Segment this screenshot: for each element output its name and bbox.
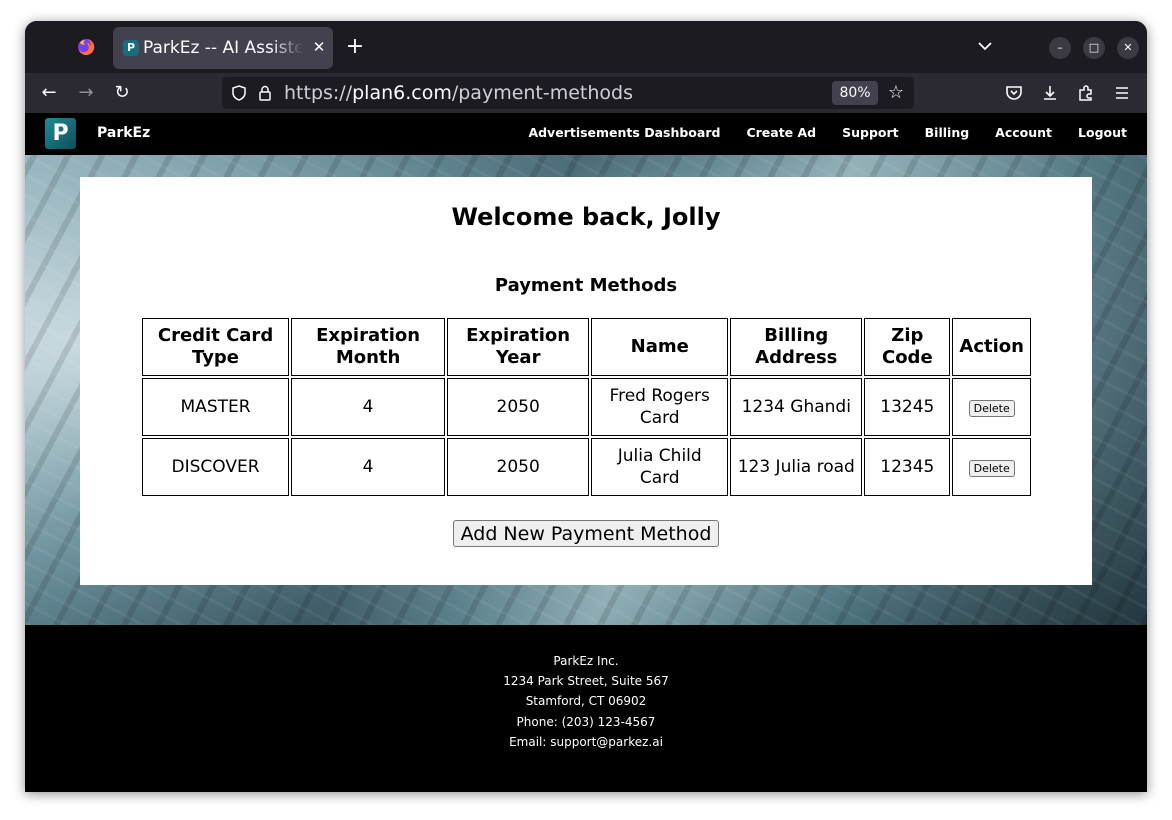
tab-title: ParkEz -- AI Assistec xyxy=(143,38,303,58)
browser-window: P ParkEz -- AI Assistec ✕ + – □ ✕ ← → ↻ … xyxy=(25,21,1147,792)
card-type-cell: MASTER xyxy=(142,378,290,436)
reload-icon[interactable]: ↻ xyxy=(111,82,133,104)
nav-link-account[interactable]: Account xyxy=(995,125,1052,140)
footer-contact: ParkEz Inc. 1234 Park Street, Suite 567 … xyxy=(25,651,1147,752)
table-row: MASTER 4 2050 Fred Rogers Card 1234 Ghan… xyxy=(142,378,1031,436)
welcome-heading: Welcome back, Jolly xyxy=(451,203,721,231)
url-text[interactable]: https://plan6.com/payment-methods xyxy=(284,82,633,104)
footer-company: ParkEz Inc. xyxy=(553,654,619,668)
nav-link-create-ad[interactable]: Create Ad xyxy=(746,125,816,140)
column-header: Billing Address xyxy=(730,318,863,376)
parkez-logo-icon[interactable]: P xyxy=(45,118,76,149)
nav-link-billing[interactable]: Billing xyxy=(925,125,970,140)
shield-icon[interactable] xyxy=(230,84,248,102)
tab-strip: P ParkEz -- AI Assistec ✕ + – □ ✕ xyxy=(25,21,1147,73)
site-footer: ParkEz Inc. 1234 Park Street, Suite 567 … xyxy=(25,625,1147,792)
footer-email: Email: support@parkez.ai xyxy=(509,734,663,749)
action-cell: Delete xyxy=(952,438,1031,496)
pocket-icon[interactable] xyxy=(1004,83,1024,103)
column-header: Zip Code xyxy=(864,318,951,376)
payment-methods-title: Payment Methods xyxy=(494,275,678,296)
tab-favicon-icon: P xyxy=(123,40,139,56)
tab-list-chevron-icon[interactable] xyxy=(976,37,994,55)
maximize-icon[interactable]: □ xyxy=(1083,37,1105,59)
nav-link-support[interactable]: Support xyxy=(842,125,899,140)
column-header: Expiration Month xyxy=(291,318,446,376)
address-cell: 123 Julia road xyxy=(730,438,863,496)
exp-month-cell: 4 xyxy=(291,438,446,496)
downloads-icon[interactable] xyxy=(1040,83,1060,103)
forward-icon[interactable]: → xyxy=(75,82,97,104)
address-cell: 1234 Ghandi xyxy=(730,378,863,436)
column-header: Name xyxy=(591,318,729,376)
back-icon[interactable]: ← xyxy=(38,82,60,104)
delete-button[interactable]: Delete xyxy=(968,460,1015,477)
money-background-image: Welcome back, Jolly Payment Methods Cred… xyxy=(25,155,1147,625)
zoom-level-badge[interactable]: 80% xyxy=(832,81,878,105)
web-page: P ParkEz Advertisements Dashboard Create… xyxy=(25,113,1147,792)
column-header: Credit Card Type xyxy=(142,318,290,376)
name-cell: Fred Rogers Card xyxy=(591,378,729,436)
exp-year-cell: 2050 xyxy=(447,378,590,436)
name-cell: Julia Child Card xyxy=(591,438,729,496)
url-prefix: https:// xyxy=(284,82,353,104)
site-header: P ParkEz Advertisements Dashboard Create… xyxy=(25,113,1147,155)
close-window-icon[interactable]: ✕ xyxy=(1117,37,1139,59)
delete-button[interactable]: Delete xyxy=(968,400,1015,417)
footer-city: Stamford, CT 06902 xyxy=(525,694,647,709)
card-type-cell: DISCOVER xyxy=(142,438,290,496)
action-cell: Delete xyxy=(952,378,1031,436)
url-bar[interactable]: https://plan6.com/payment-methods 80% ☆ xyxy=(222,77,914,109)
url-path: /payment-methods xyxy=(451,82,634,104)
nav-link-logout[interactable]: Logout xyxy=(1078,125,1127,140)
column-header: Expiration Year xyxy=(447,318,590,376)
firefox-icon[interactable] xyxy=(77,38,95,56)
url-host: plan6.com xyxy=(352,82,452,104)
lock-icon[interactable] xyxy=(256,84,274,102)
nav-link-advertisements-dashboard[interactable]: Advertisements Dashboard xyxy=(528,125,720,140)
add-payment-method-button[interactable]: Add New Payment Method xyxy=(453,520,719,547)
table-header-row: Credit Card Type Expiration Month Expira… xyxy=(142,318,1031,376)
site-nav-links: Advertisements Dashboard Create Ad Suppo… xyxy=(502,125,1127,140)
menu-hamburger-icon[interactable] xyxy=(1112,83,1132,103)
bookmark-star-icon[interactable]: ☆ xyxy=(886,83,906,103)
site-brand[interactable]: ParkEz xyxy=(97,125,150,141)
footer-phone: Phone: (203) 123-4567 xyxy=(516,714,656,729)
payment-methods-table: Credit Card Type Expiration Month Expira… xyxy=(140,316,1033,498)
column-header: Action xyxy=(952,318,1031,376)
new-tab-icon[interactable]: + xyxy=(345,35,365,59)
navigation-toolbar: ← → ↻ https://plan6.com/payment-methods … xyxy=(25,73,1147,113)
zip-cell: 13245 xyxy=(864,378,951,436)
exp-month-cell: 4 xyxy=(291,378,446,436)
exp-year-cell: 2050 xyxy=(447,438,590,496)
active-tab[interactable]: P ParkEz -- AI Assistec ✕ xyxy=(113,27,333,69)
table-row: DISCOVER 4 2050 Julia Child Card 123 Jul… xyxy=(142,438,1031,496)
zip-cell: 12345 xyxy=(864,438,951,496)
footer-street: 1234 Park Street, Suite 567 xyxy=(503,674,669,689)
payment-methods-card: Welcome back, Jolly Payment Methods Cred… xyxy=(80,177,1092,585)
minimize-icon[interactable]: – xyxy=(1049,37,1071,59)
extensions-icon[interactable] xyxy=(1076,83,1096,103)
tab-close-icon[interactable]: ✕ xyxy=(311,37,327,57)
